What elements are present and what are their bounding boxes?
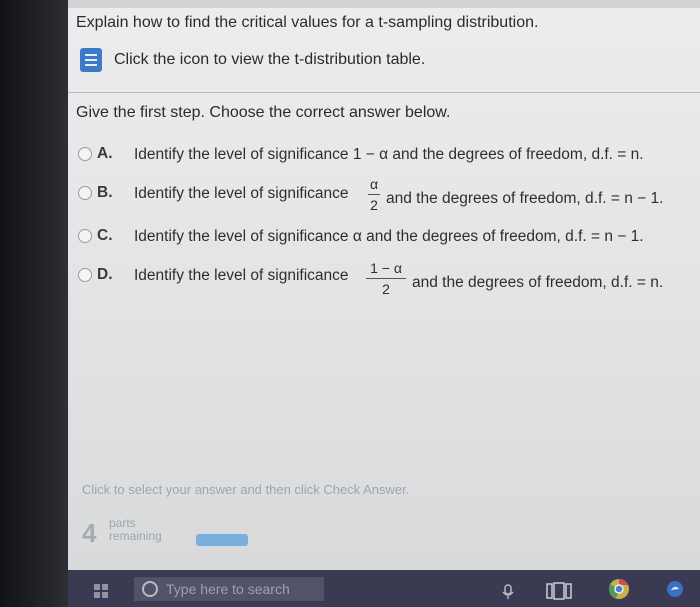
chrome-icon[interactable] bbox=[608, 578, 630, 600]
answer-option-b[interactable]: B. Identify the level of significance α … bbox=[78, 176, 688, 214]
instruction-hint: Click to select your answer and then cli… bbox=[82, 482, 410, 497]
option-text-post: and the degrees of freedom, d.f. = n. bbox=[412, 274, 664, 291]
parts-remaining-label: parts remaining bbox=[109, 517, 162, 543]
divider bbox=[68, 92, 700, 93]
radio-button-c[interactable] bbox=[78, 229, 92, 243]
answer-option-d[interactable]: D. Identify the level of significance 1 … bbox=[78, 260, 688, 297]
fraction-numerator: α bbox=[369, 176, 379, 192]
option-text-pre: Identify the level of significance bbox=[134, 267, 349, 284]
windows-start-icon[interactable] bbox=[94, 584, 108, 598]
radio-button-d[interactable] bbox=[78, 268, 92, 282]
fraction-one-minus-alpha-over-2: 1 − α 2 bbox=[366, 260, 406, 297]
fraction-numerator: 1 − α bbox=[370, 260, 402, 276]
option-text: Identify the level of significance α and… bbox=[134, 228, 644, 245]
app-screen: Explain how to find the critical values … bbox=[68, 0, 700, 570]
radio-button-b[interactable] bbox=[78, 186, 92, 200]
question-text: Explain how to find the critical values … bbox=[76, 14, 539, 31]
fraction-alpha-over-2: α 2 bbox=[368, 176, 380, 213]
top-strip bbox=[68, 0, 700, 8]
windows-taskbar: Type here to search bbox=[68, 570, 700, 607]
taskbar-search-box[interactable]: Type here to search bbox=[134, 577, 324, 601]
t-table-link-label[interactable]: Click the icon to view the t-distributio… bbox=[114, 51, 425, 69]
parts-label-line-1: parts bbox=[109, 516, 136, 530]
cortana-icon bbox=[142, 581, 158, 597]
option-text: Identify the level of significance 1 − α… bbox=[134, 146, 644, 163]
option-text-post: and the degrees of freedom, d.f. = n − 1… bbox=[386, 190, 664, 207]
option-letter: A. bbox=[97, 145, 113, 162]
taskbar-search-placeholder: Type here to search bbox=[166, 581, 290, 597]
check-answer-button[interactable] bbox=[196, 534, 248, 546]
answer-option-c[interactable]: C. Identify the level of significance α … bbox=[78, 227, 688, 257]
fraction-denominator: 2 bbox=[382, 281, 390, 297]
monitor-bezel bbox=[0, 0, 68, 607]
microphone-icon[interactable] bbox=[501, 584, 515, 600]
parts-label-line-2: remaining bbox=[109, 529, 162, 543]
parts-remaining-count: 4 bbox=[82, 518, 97, 548]
step-prompt: Give the first step. Choose the correct … bbox=[76, 104, 451, 121]
option-letter: B. bbox=[97, 184, 113, 201]
task-view-icon[interactable] bbox=[546, 582, 572, 600]
option-text-pre: Identify the level of significance bbox=[134, 185, 349, 202]
answer-option-a[interactable]: A. Identify the level of significance 1 … bbox=[78, 145, 688, 175]
table-icon[interactable] bbox=[80, 48, 102, 72]
edge-icon[interactable] bbox=[666, 580, 684, 598]
fraction-denominator: 2 bbox=[370, 197, 378, 213]
option-letter: C. bbox=[97, 227, 113, 244]
radio-button-a[interactable] bbox=[78, 147, 92, 161]
option-letter: D. bbox=[97, 266, 113, 283]
